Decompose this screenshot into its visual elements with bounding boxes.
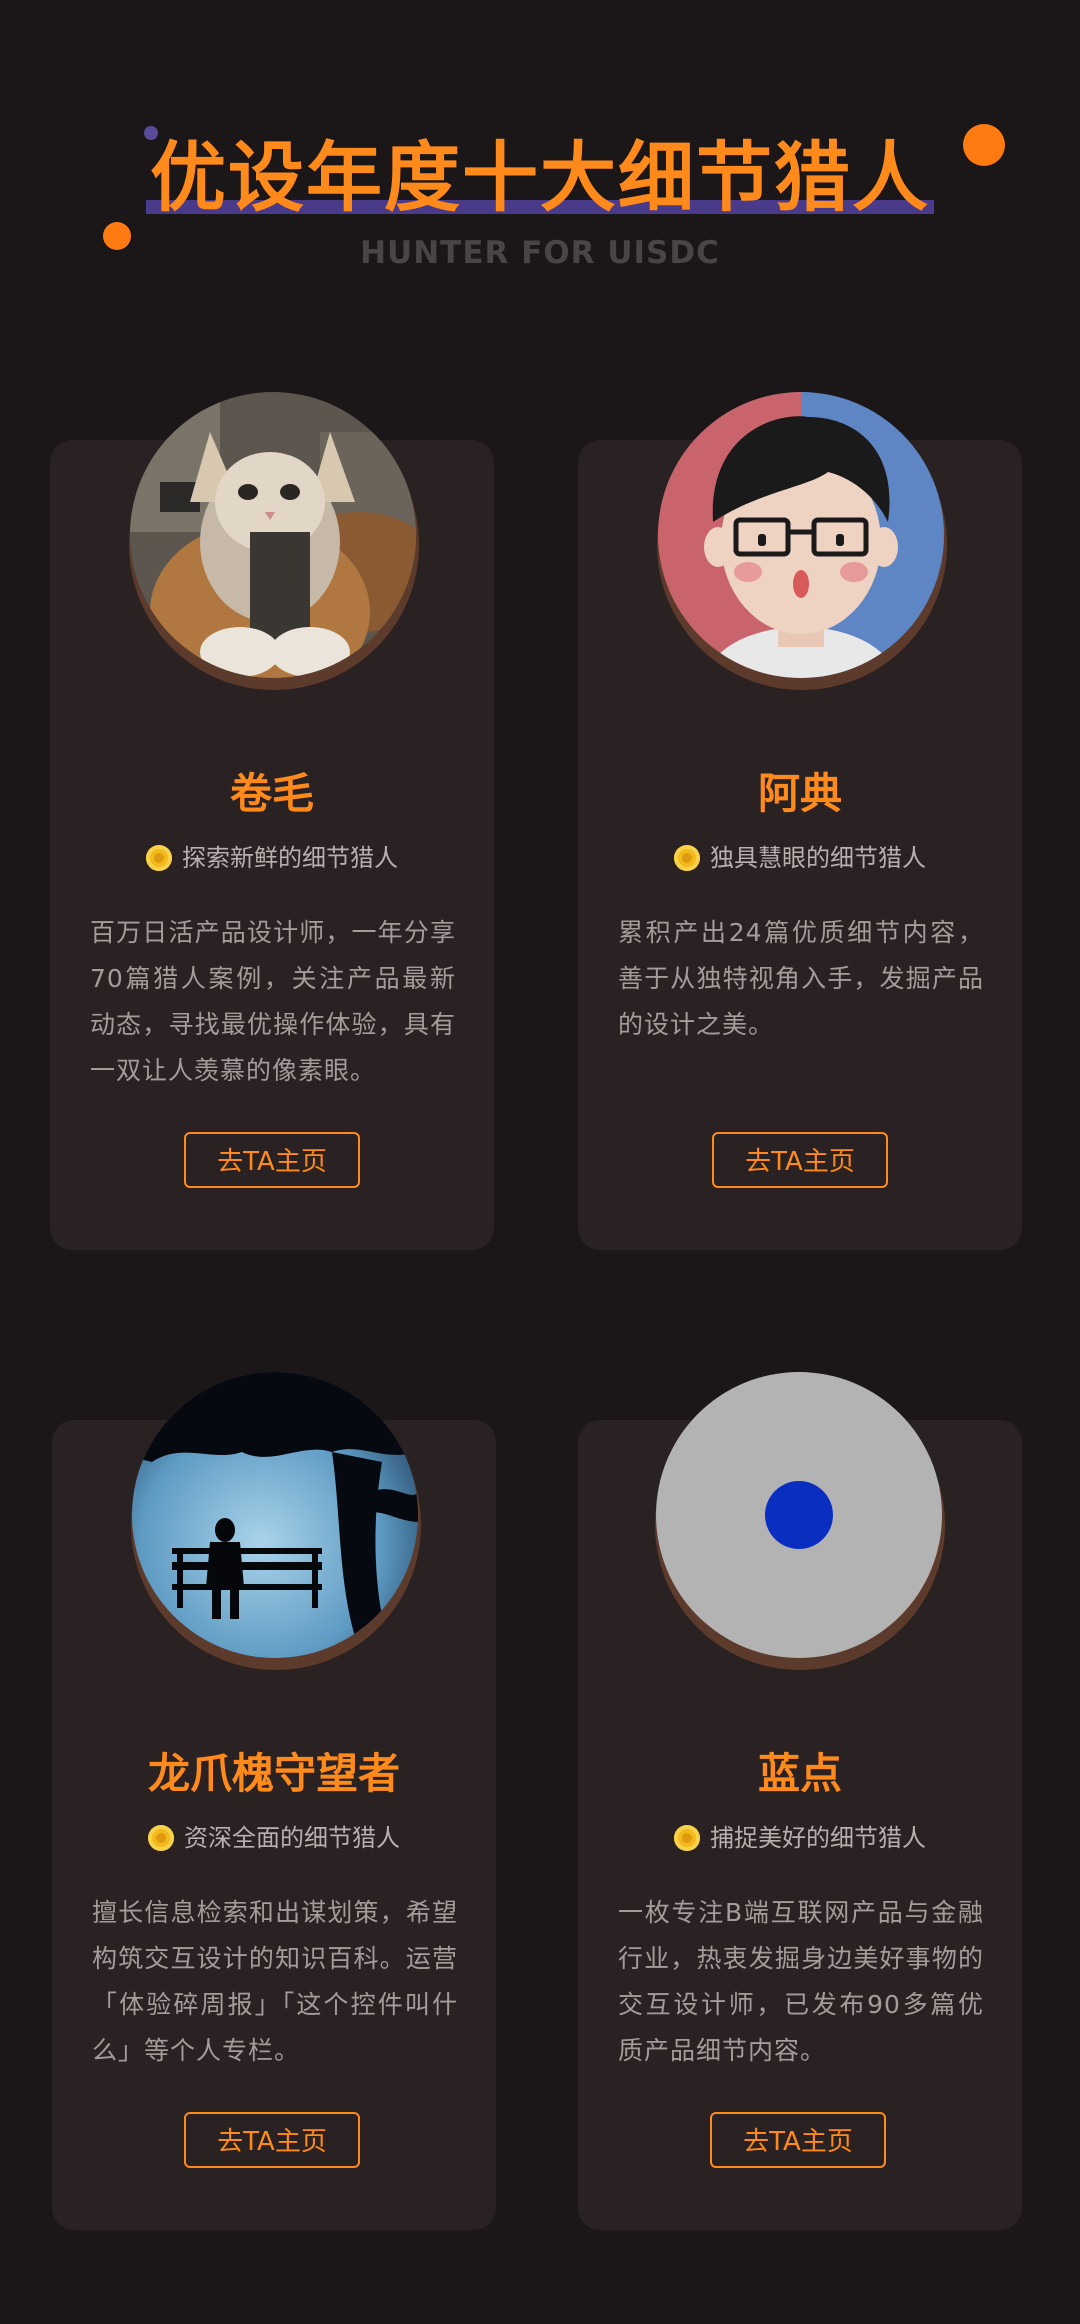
visit-profile-button[interactable]: 去TA主页 <box>184 2112 360 2168</box>
silhouette-bench-icon <box>132 1372 418 1658</box>
avatar-cartoon[interactable] <box>658 392 944 678</box>
hunter-description: 一枚专注B端互联网产品与金融行业，热衷发掘身边美好事物的交互设计师，已发布90多… <box>618 1898 984 2065</box>
coin-icon <box>148 1825 174 1851</box>
hunter-tag-text: 探索新鲜的细节猎人 <box>182 844 398 872</box>
header: 优设年度十大细节猎人 <box>0 130 1080 226</box>
visit-profile-button[interactable]: 去TA主页 <box>184 1132 360 1188</box>
hunter-name: 卷毛 <box>229 769 314 818</box>
hunter-description: 百万日活产品设计师，一年分享70篇猎人案例，关注产品最新动态，寻找最优操作体验，… <box>90 918 456 1085</box>
hunter-name: 阿典 <box>757 769 842 818</box>
cartoon-man-icon <box>658 392 944 678</box>
avatar-silhouette[interactable] <box>132 1372 418 1658</box>
coin-icon <box>146 845 172 871</box>
cat-photo-icon <box>130 392 416 678</box>
hunter-tag: 独具慧眼的细节猎人 <box>578 838 1022 873</box>
hunter-tag: 探索新鲜的细节猎人 <box>50 838 494 873</box>
page-title-text: 优设年度十大细节猎人 <box>150 133 930 222</box>
avatar-blue-dot[interactable] <box>656 1372 942 1658</box>
page-subtitle: HUNTER FOR UISDC <box>360 235 720 271</box>
coin-icon <box>674 845 700 871</box>
hunter-description: 擅长信息检索和出谋划策，希望构筑交互设计的知识百科。运营「体验碎周报」「这个控件… <box>92 1898 458 2065</box>
hunter-tag-text: 独具慧眼的细节猎人 <box>710 844 926 872</box>
blue-dot-icon <box>656 1372 942 1658</box>
coin-icon <box>674 1825 700 1851</box>
page-title: 优设年度十大细节猎人 <box>146 130 934 226</box>
hunter-tag: 捕捉美好的细节猎人 <box>578 1818 1022 1853</box>
visit-profile-button[interactable]: 去TA主页 <box>712 1132 888 1188</box>
visit-profile-button[interactable]: 去TA主页 <box>710 2112 886 2168</box>
hunter-name: 龙爪槐守望者 <box>147 1749 400 1798</box>
hunter-name: 蓝点 <box>757 1749 842 1798</box>
hunter-tag-text: 资深全面的细节猎人 <box>184 1824 400 1852</box>
hunter-tag: 资深全面的细节猎人 <box>52 1818 496 1853</box>
hunter-description: 累积产出24篇优质细节内容，善于从独特视角入手，发掘产品的设计之美。 <box>618 918 984 1039</box>
avatar-cat[interactable] <box>130 392 416 678</box>
hunter-tag-text: 捕捉美好的细节猎人 <box>710 1824 926 1852</box>
